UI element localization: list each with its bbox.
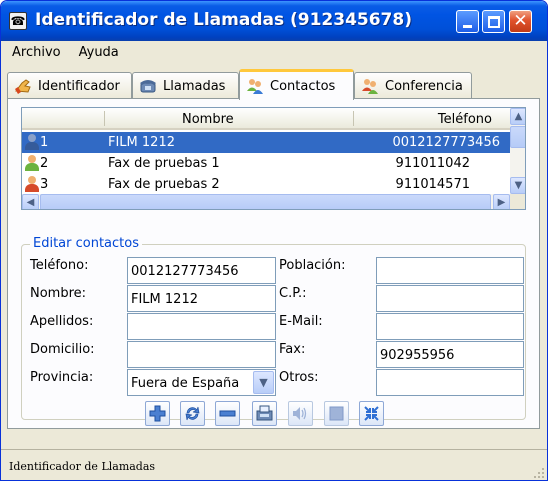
fax-icon [256, 405, 273, 421]
tab-identificador[interactable]: Identificador [7, 72, 132, 99]
scroll-up-button[interactable]: ▲ [510, 108, 525, 125]
scroll-thumb[interactable] [510, 126, 525, 148]
nombre-field[interactable]: FILM 1212 [127, 285, 276, 312]
tab-llamadas[interactable]: Llamadas [132, 72, 239, 99]
label-cp: C.P.: [279, 286, 307, 301]
row-name: Fax de pruebas 2 [108, 177, 220, 192]
provincia-select[interactable]: Fuera de España ▼ [127, 369, 276, 396]
poblacion-field[interactable] [376, 257, 524, 284]
fax-field[interactable]: 902955956 [376, 341, 524, 368]
label-fax: Fax: [279, 342, 306, 357]
collapse-button[interactable] [359, 401, 384, 426]
status-bar: Identificador de Llamadas [1, 449, 547, 480]
tab-contactos[interactable]: Contactos [239, 69, 354, 100]
row-telephone: 911014571 [395, 177, 470, 192]
resize-grip-icon[interactable] [533, 467, 545, 479]
menu-bar: Archivo Ayuda [1, 41, 547, 63]
phone-icon [140, 80, 156, 93]
cp-field[interactable] [376, 285, 524, 312]
remove-contact-button[interactable] [215, 401, 240, 426]
column-header-telefono[interactable]: Teléfono [438, 112, 492, 127]
label-telefono: Teléfono: [30, 258, 89, 273]
row-number: 1 [40, 135, 49, 150]
close-icon: ✕ [513, 11, 528, 31]
row-name: FILM 1212 [108, 135, 175, 150]
column-separator [353, 111, 354, 126]
app-window: ☎ Identificador de Llamadas (912345678) … [0, 0, 548, 481]
remove-icon [219, 410, 236, 417]
tab-llamadas-label: Llamadas [163, 78, 226, 94]
row-telephone: 0012127773456 [392, 135, 500, 150]
maximize-icon [487, 15, 500, 28]
group-title: Editar contactos [30, 236, 142, 251]
list-item[interactable]: 2 Fax de pruebas 1 911011042 [22, 153, 510, 174]
scroll-thumb[interactable] [40, 194, 491, 209]
stop-icon [329, 406, 344, 421]
list-header: Nombre Teléfono [22, 108, 510, 130]
maximize-button[interactable] [482, 10, 505, 33]
row-number: 2 [40, 156, 49, 171]
conference-icon [362, 79, 378, 94]
otros-field[interactable] [376, 369, 524, 396]
telefono-field[interactable]: 0012127773456 [127, 257, 276, 284]
scroll-down-button[interactable]: ▼ [510, 177, 525, 194]
scroll-corner [510, 194, 525, 209]
contact-person-icon [24, 176, 40, 192]
title-bar[interactable]: ☎ Identificador de Llamadas (912345678) … [1, 1, 547, 41]
list-horizontal-scrollbar[interactable]: ◀ ▶ [22, 194, 510, 209]
speaker-button[interactable] [288, 401, 313, 426]
chevron-down-icon[interactable]: ▼ [253, 371, 274, 394]
tab-conferencia[interactable]: Conferencia [354, 72, 472, 99]
label-nombre: Nombre: [30, 286, 87, 301]
row-name: Fax de pruebas 1 [108, 156, 220, 171]
label-email: E-Mail: [279, 314, 323, 329]
edit-contacts-group: Editar contactos Teléfono: Nombre: Apell… [21, 236, 526, 420]
provincia-value: Fuera de España [131, 376, 240, 391]
refresh-contact-button[interactable] [180, 401, 205, 426]
speaker-icon [293, 407, 307, 420]
scroll-right-button[interactable]: ▶ [493, 194, 510, 209]
hand-icon [15, 79, 31, 94]
contact-person-icon [24, 134, 40, 150]
list-vertical-scrollbar[interactable]: ▲ ▼ [510, 108, 525, 194]
close-button[interactable]: ✕ [509, 10, 532, 33]
label-domicilio: Domicilio: [30, 342, 95, 357]
menu-archivo[interactable]: Archivo [1, 45, 68, 60]
scroll-left-button[interactable]: ◀ [22, 194, 39, 209]
label-otros: Otros: [279, 370, 319, 385]
collapse-icon [364, 406, 379, 421]
fax-button[interactable] [252, 401, 277, 426]
refresh-icon [185, 406, 200, 421]
tab-contactos-label: Contactos [270, 78, 336, 94]
email-field[interactable] [376, 313, 524, 340]
label-poblacion: Población: [279, 258, 346, 273]
menu-ayuda[interactable]: Ayuda [68, 45, 126, 60]
minimize-icon [463, 24, 472, 28]
label-provincia: Provincia: [30, 370, 94, 385]
add-icon [149, 405, 166, 422]
tab-conferencia-label: Conferencia [385, 78, 463, 94]
column-header-nombre[interactable]: Nombre [182, 112, 234, 127]
list-item[interactable]: 3 Fax de pruebas 2 911014571 [22, 174, 510, 195]
contacts-list[interactable]: Nombre Teléfono 1 FILM 1212 001212777345… [21, 107, 526, 210]
contact-person-icon [24, 155, 40, 171]
row-number: 3 [40, 177, 49, 192]
stop-button[interactable] [324, 401, 349, 426]
apellidos-field[interactable] [127, 313, 276, 340]
row-telephone: 911011042 [395, 156, 470, 171]
contacts-icon [247, 79, 263, 94]
add-contact-button[interactable] [145, 401, 170, 426]
label-apellidos: Apellidos: [30, 314, 94, 329]
column-separator [104, 111, 105, 126]
status-text: Identificador de Llamadas [9, 460, 156, 473]
tab-identificador-label: Identificador [38, 78, 120, 94]
window-title: Identificador de Llamadas (912345678) [35, 10, 412, 30]
telephone-app-icon: ☎ [9, 12, 27, 30]
minimize-button[interactable] [456, 10, 479, 33]
list-item[interactable]: 1 FILM 1212 0012127773456 [22, 132, 510, 153]
domicilio-field[interactable] [127, 341, 276, 368]
contactos-panel: Nombre Teléfono 1 FILM 1212 001212777345… [7, 98, 540, 429]
